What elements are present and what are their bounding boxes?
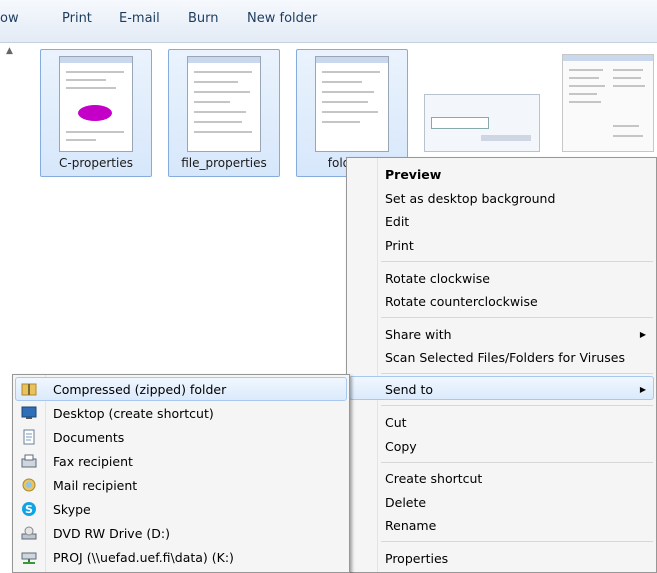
burn-button[interactable]: Burn	[188, 11, 219, 26]
menu-item-delete[interactable]: Delete	[385, 495, 426, 510]
toolbar-partial-item[interactable]: ow	[0, 11, 19, 26]
menu-item-rotate-counterclockwise[interactable]: Rotate counterclockwise	[385, 294, 538, 309]
menu-item-share-with[interactable]: Share with	[385, 327, 452, 342]
send-to-dvd-drive[interactable]: DVD RW Drive (D:)	[53, 526, 170, 541]
menu-item-cut[interactable]: Cut	[385, 415, 407, 430]
menu-item-copy[interactable]: Copy	[385, 439, 417, 454]
send-to-documents[interactable]: Documents	[53, 430, 124, 445]
file-thumbnail[interactable]: C-properties	[40, 49, 152, 177]
file-thumbnail[interactable]: file_properties	[168, 49, 280, 177]
desktop-icon	[21, 405, 37, 421]
submenu-arrow-icon: ▶	[639, 385, 646, 394]
dvd-drive-icon	[21, 525, 37, 541]
menu-item-create-shortcut[interactable]: Create shortcut	[385, 471, 482, 486]
file-thumbnail[interactable]	[562, 54, 654, 152]
network-drive-icon	[21, 549, 37, 565]
documents-icon	[21, 429, 37, 445]
svg-text:S: S	[25, 503, 33, 516]
context-menu: Preview Set as desktop background Edit P…	[346, 157, 657, 573]
menu-item-rename[interactable]: Rename	[385, 518, 436, 533]
new-folder-button[interactable]: New folder	[247, 11, 317, 26]
print-button[interactable]: Print	[62, 11, 92, 26]
dialog-preview-image	[59, 56, 133, 152]
menu-item-properties[interactable]: Properties	[385, 551, 448, 566]
send-to-fax[interactable]: Fax recipient	[53, 454, 133, 469]
file-name: file_properties	[181, 156, 267, 170]
menu-item-rotate-clockwise[interactable]: Rotate clockwise	[385, 271, 490, 286]
menu-item-print[interactable]: Print	[385, 238, 414, 253]
send-to-network-drive[interactable]: PROJ (\\uefad.uef.fi\data) (K:)	[53, 550, 234, 565]
search-box-preview	[431, 117, 489, 129]
submenu-arrow-icon: ▶	[639, 330, 646, 339]
zip-folder-icon	[21, 381, 37, 397]
fax-icon	[21, 453, 37, 469]
file-thumbnail[interactable]	[424, 94, 540, 152]
email-button[interactable]: E-mail	[119, 11, 160, 26]
menu-item-scan-viruses[interactable]: Scan Selected Files/Folders for Viruses	[385, 350, 625, 365]
skype-icon: S	[21, 501, 37, 517]
menu-item-edit[interactable]: Edit	[385, 214, 409, 229]
disk-chart-icon	[78, 105, 112, 121]
send-to-mail[interactable]: Mail recipient	[53, 478, 137, 493]
menu-item-set-desktop-background[interactable]: Set as desktop background	[385, 191, 555, 206]
send-to-desktop[interactable]: Desktop (create shortcut)	[53, 406, 214, 421]
send-to-submenu: Compressed (zipped) folder Desktop (crea…	[12, 374, 350, 573]
menu-item-send-to[interactable]: Send to	[385, 382, 433, 397]
dialog-preview-image	[315, 56, 389, 152]
send-to-compressed-folder[interactable]: Compressed (zipped) folder	[53, 382, 226, 397]
file-name: C-properties	[59, 156, 133, 170]
send-to-skype[interactable]: Skype	[53, 502, 91, 517]
command-bar: ow Print E-mail Burn New folder	[0, 0, 657, 43]
scroll-up-icon[interactable]: ▲	[6, 46, 13, 58]
dialog-preview-image	[187, 56, 261, 152]
menu-item-preview[interactable]: Preview	[385, 167, 441, 182]
mail-icon	[21, 477, 37, 493]
